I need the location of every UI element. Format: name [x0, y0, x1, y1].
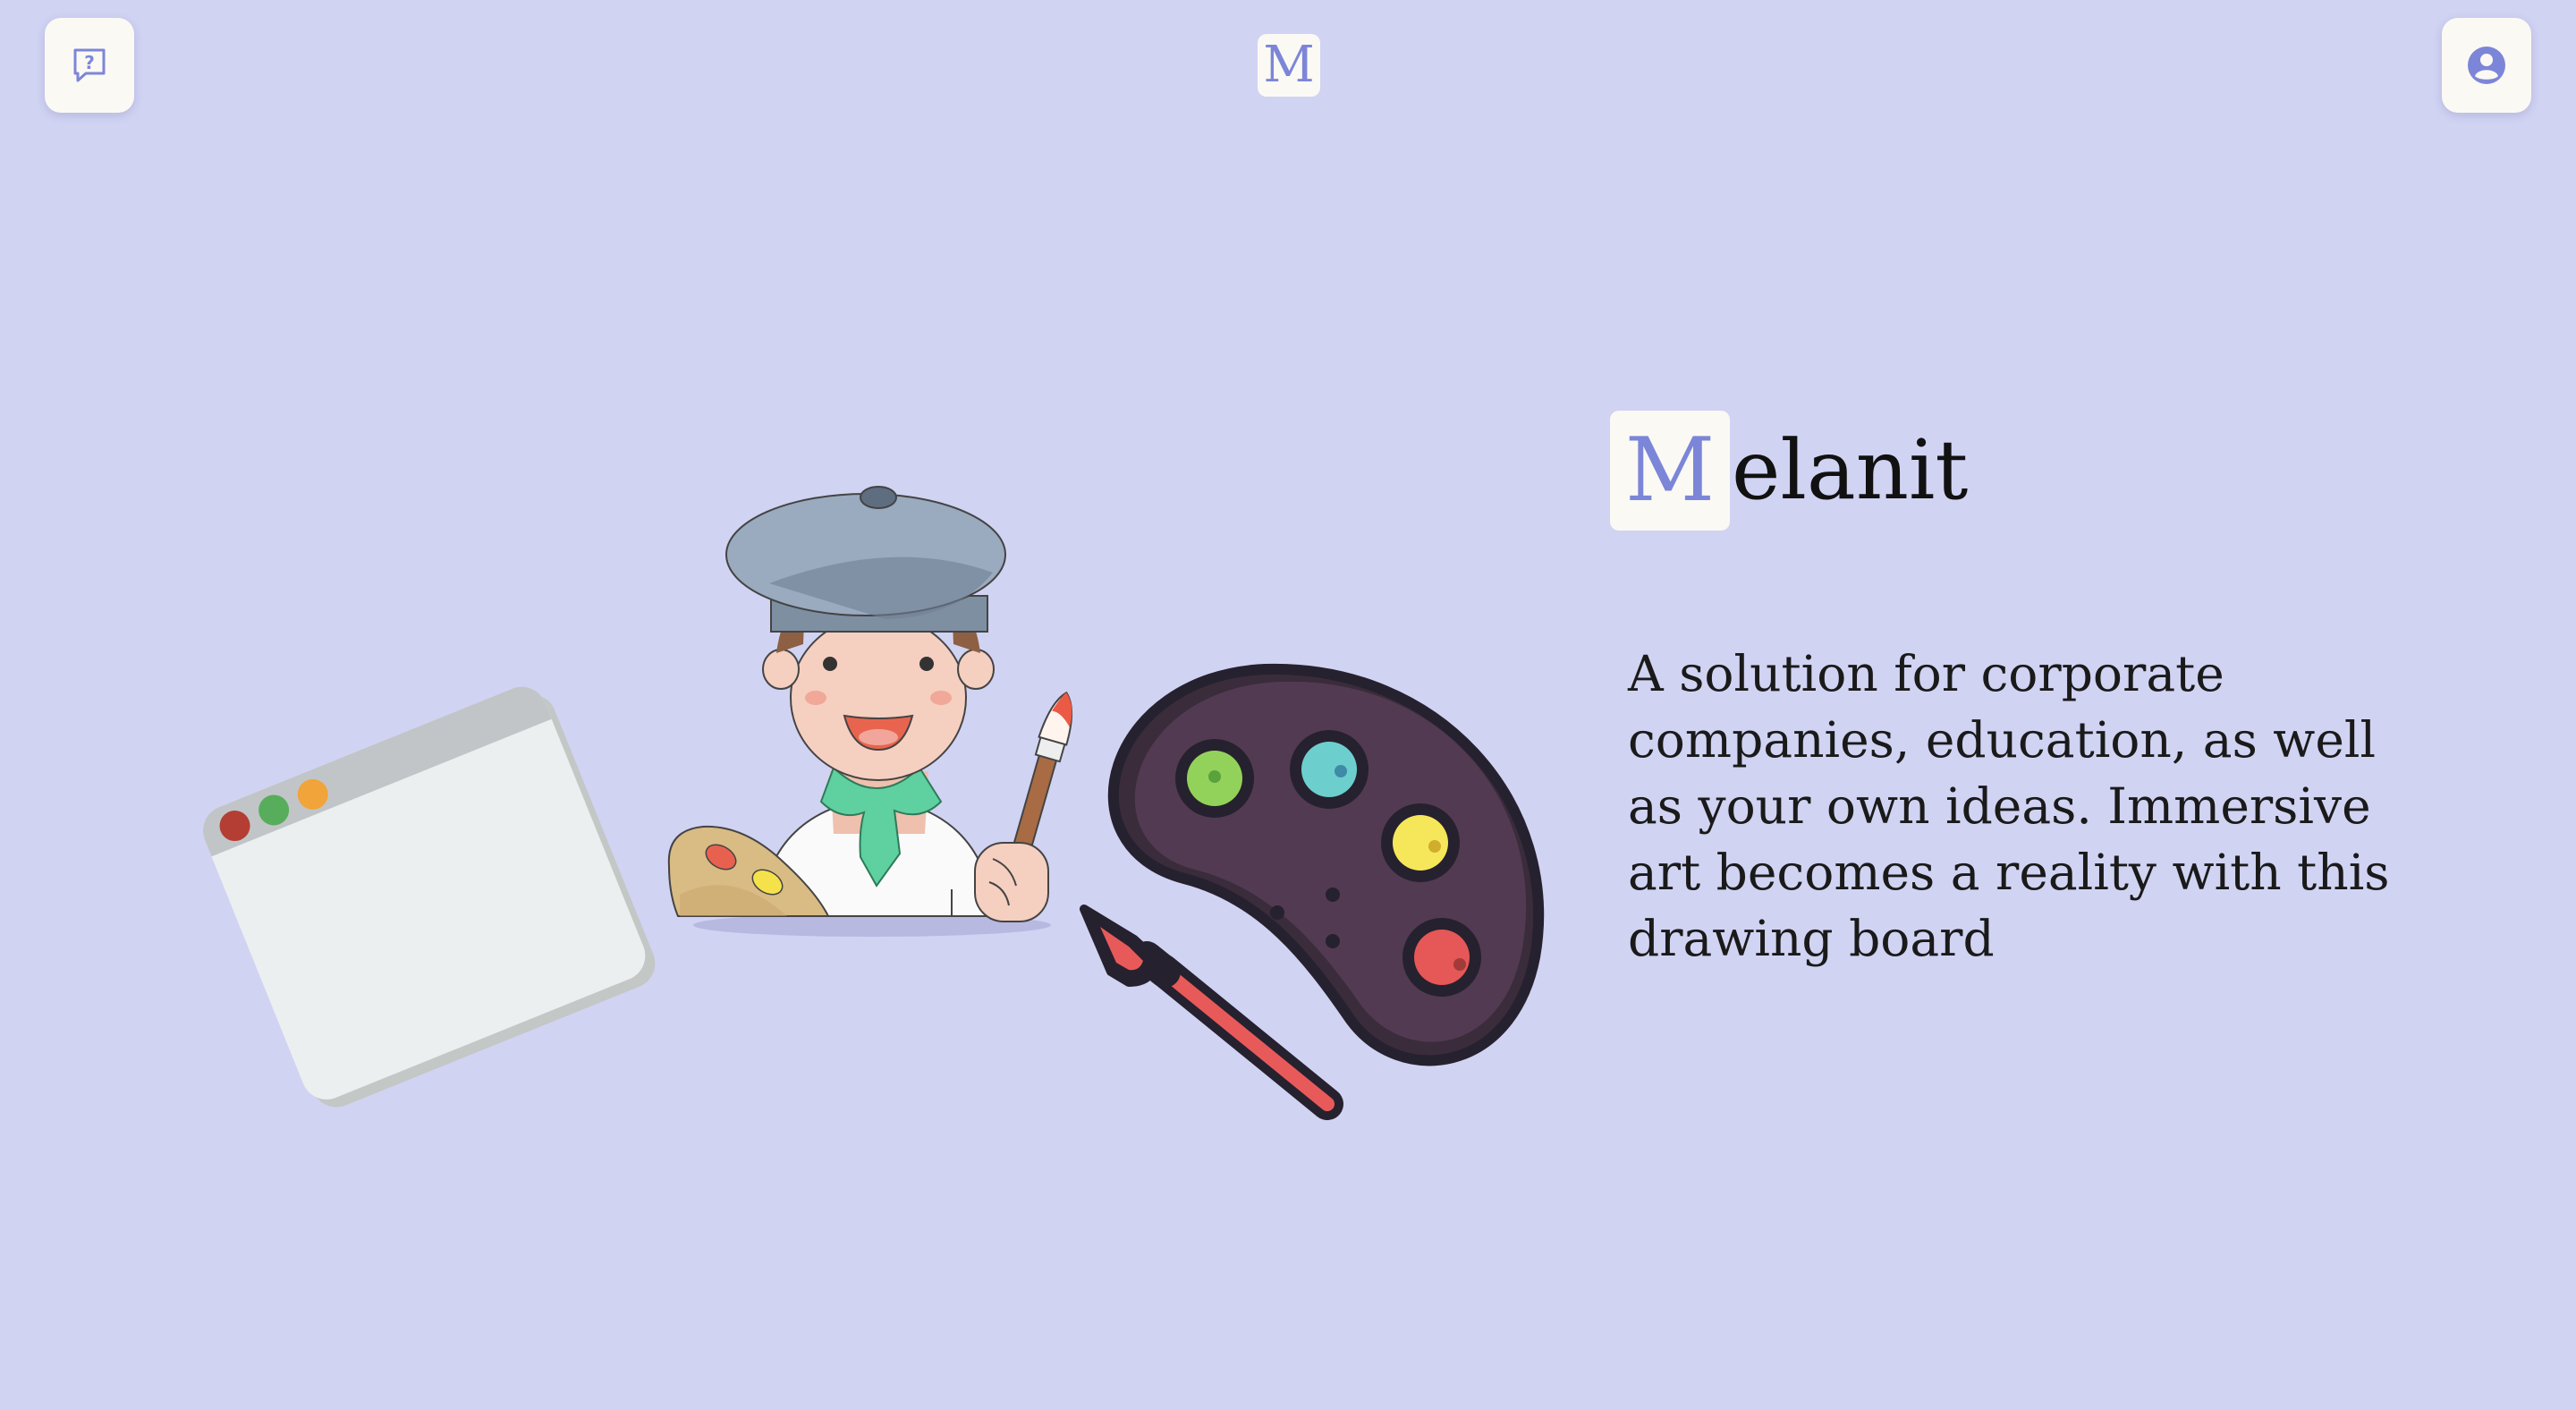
brand-title: M elanit — [1610, 410, 1968, 531]
hero-description: A solution for corporate companies, educ… — [1628, 645, 2390, 967]
browser-window-icon — [202, 686, 656, 1108]
brand-title-text: elanit — [1732, 422, 1969, 518]
brand-title-badge: M — [1610, 411, 1730, 531]
painter-illustration — [667, 486, 1073, 937]
account-button[interactable] — [2442, 18, 2531, 113]
account-icon — [2468, 47, 2505, 84]
hero-illustration — [202, 486, 1545, 1120]
